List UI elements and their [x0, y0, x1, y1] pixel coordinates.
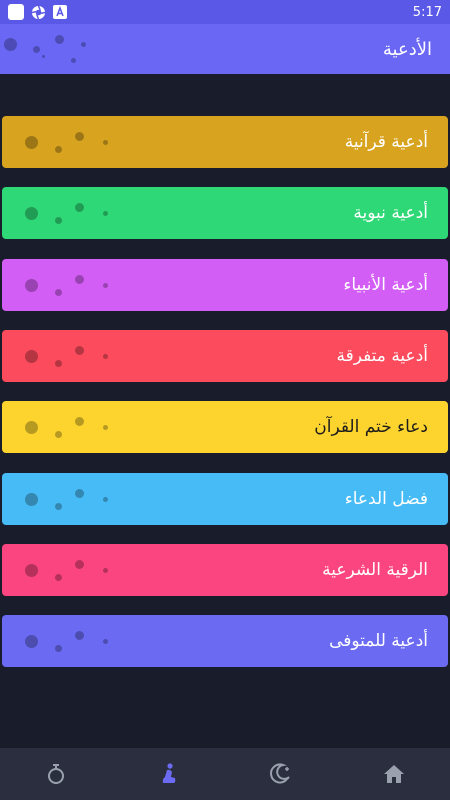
dua-category-label: أدعية قرآنية — [344, 132, 428, 152]
dua-category-label: أدعية الأنبياء — [343, 275, 428, 295]
dua-category-label: أدعية نبوية — [353, 203, 428, 223]
bottom-navigation — [0, 748, 450, 800]
font-icon — [52, 4, 68, 20]
dua-category-card[interactable]: أدعية الأنبياء — [2, 259, 448, 311]
decorative-dots — [2, 544, 122, 596]
dua-category-card[interactable]: أدعية للمتوفى — [2, 615, 448, 667]
nav-duas[interactable] — [139, 748, 199, 800]
praying-person-icon — [162, 763, 176, 783]
status-time: 5:17 — [412, 4, 442, 20]
dua-category-card[interactable]: دعاء ختم القرآن — [2, 401, 448, 453]
dua-category-card[interactable]: أدعية قرآنية — [2, 116, 448, 168]
decorative-dots — [2, 330, 122, 382]
dua-category-card[interactable]: الرقية الشرعية — [2, 544, 448, 596]
nav-tasbih[interactable] — [26, 748, 86, 800]
dua-category-label: الرقية الشرعية — [322, 560, 428, 580]
prayer-beads-icon — [48, 764, 65, 784]
decorative-dots — [2, 259, 122, 311]
dua-category-label: أدعية للمتوفى — [329, 631, 428, 651]
decorative-dots — [2, 615, 122, 667]
dua-category-label: دعاء ختم القرآن — [314, 417, 428, 437]
home-icon — [383, 765, 404, 783]
crescent-moon-icon — [270, 763, 290, 784]
decorative-dots — [2, 401, 122, 453]
page-title: الأدعية — [382, 38, 432, 60]
dua-category-label: فضل الدعاء — [344, 489, 428, 509]
nav-ramadan[interactable] — [251, 748, 311, 800]
decorative-dots — [2, 187, 122, 239]
decorative-dots — [2, 116, 122, 168]
dua-category-label: أدعية متفرقة — [336, 346, 428, 366]
status-bar: 5:17 — [0, 0, 450, 24]
nav-home[interactable] — [364, 748, 424, 800]
dua-category-card[interactable]: أدعية متفرقة — [2, 330, 448, 382]
status-icons — [8, 4, 68, 20]
decorative-dots — [0, 24, 100, 74]
dua-category-card[interactable]: فضل الدعاء — [2, 473, 448, 525]
decorative-dots — [2, 473, 122, 525]
app-notification-icon — [8, 4, 24, 20]
aperture-icon — [30, 4, 46, 20]
app-header: الأدعية — [0, 24, 450, 74]
dua-category-card[interactable]: أدعية نبوية — [2, 187, 448, 239]
